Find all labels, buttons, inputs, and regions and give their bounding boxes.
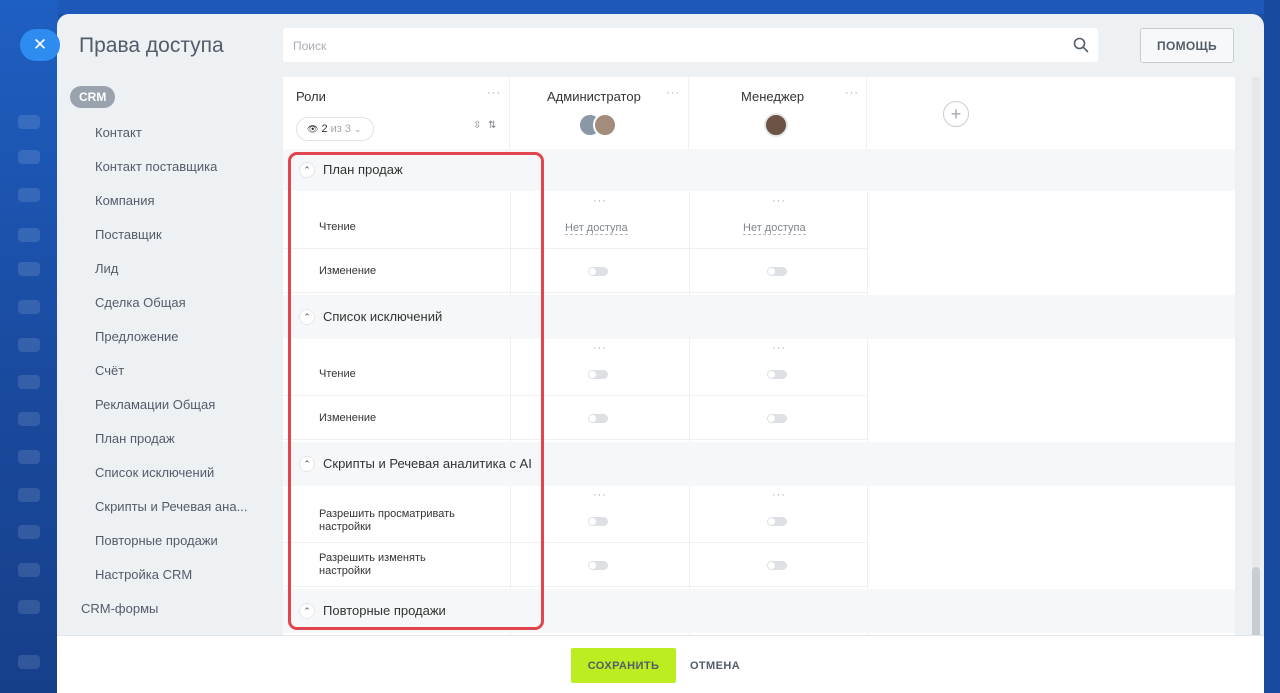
section-title: План продаж xyxy=(323,162,403,177)
background-ghost-icon xyxy=(18,228,40,242)
plus-icon: + xyxy=(950,103,962,124)
sidebar-item-supplier[interactable]: Поставщик xyxy=(95,227,162,242)
sidebar-item-supplier-contact[interactable]: Контакт поставщика xyxy=(95,159,217,174)
row-label: Разрешить просматривать настройки xyxy=(319,508,455,533)
permission-toggle[interactable] xyxy=(588,370,608,379)
background-ghost-icon xyxy=(18,338,40,352)
row-label: Изменение xyxy=(319,412,377,424)
sidebar-item-crm-forms[interactable]: CRM-формы xyxy=(81,601,158,616)
sidebar-item-invoice[interactable]: Счёт xyxy=(95,363,124,378)
section-header-repeat-sales[interactable]: ⌃ Повторные продажи xyxy=(283,589,1235,633)
background-ghost-icon xyxy=(18,563,40,577)
permission-toggle[interactable] xyxy=(767,267,787,276)
background-ghost-icon xyxy=(18,115,40,129)
no-access-link[interactable]: Нет доступа xyxy=(565,222,628,235)
add-role-button[interactable]: + xyxy=(943,101,969,127)
permission-toggle[interactable] xyxy=(588,267,608,276)
chevron-up-icon[interactable]: ⌃ xyxy=(299,162,315,178)
roles-header-cell: Роли ··· 👁 2 из 3 ⌄ ⇳ ⇅ xyxy=(283,77,510,149)
column-divider xyxy=(867,149,868,650)
avatar xyxy=(764,113,788,137)
background-ghost-icon xyxy=(18,600,40,614)
sidebar-crm-badge[interactable]: CRM xyxy=(70,86,116,108)
background-right xyxy=(1264,0,1280,693)
sidebar-item-lead[interactable]: Лид xyxy=(95,261,118,276)
column-title-admin: Администратор xyxy=(547,89,641,104)
column-header-admin: Администратор ··· xyxy=(510,77,689,149)
column-title-manager: Менеджер xyxy=(741,89,805,104)
column-header-manager: Менеджер ··· xyxy=(689,77,867,149)
background-ghost-icon xyxy=(18,188,40,202)
sidebar-item-claims[interactable]: Рекламации Общая xyxy=(95,397,215,412)
background-ghost-icon xyxy=(18,450,40,464)
background-left-rail xyxy=(0,0,58,693)
close-icon: ✕ xyxy=(32,35,48,54)
background-top xyxy=(58,0,1280,14)
permission-toggle[interactable] xyxy=(588,517,608,526)
roles-filter-count: 2 xyxy=(321,123,328,135)
chevron-down-icon: ⌄ xyxy=(353,123,362,134)
roles-filter-of-text: из 3 xyxy=(330,123,351,135)
roles-filter-dropdown[interactable]: 👁 2 из 3 ⌄ xyxy=(296,117,374,141)
sidebar-item-crm-settings[interactable]: Настройка CRM xyxy=(95,567,192,582)
chevron-up-icon[interactable]: ⌃ xyxy=(299,309,315,325)
collapse-all-icon[interactable]: ⇳ xyxy=(473,120,481,131)
permission-toggle[interactable] xyxy=(767,561,787,570)
row-label: Чтение xyxy=(319,221,356,233)
permission-toggle[interactable] xyxy=(767,414,787,423)
permissions-table: Роли ··· 👁 2 из 3 ⌄ ⇳ ⇅ Администратор ··… xyxy=(283,77,1235,650)
sidebar-item-quote[interactable]: Предложение xyxy=(95,329,179,344)
close-panel-button[interactable]: ✕ xyxy=(20,29,60,61)
section-header-scripts[interactable]: ⌃ Скрипты и Речевая аналитика с AI xyxy=(283,442,1235,486)
section-header-exclusion-list[interactable]: ⌃ Список исключений xyxy=(283,295,1235,339)
section-title: Список исключений xyxy=(323,309,443,324)
no-access-link[interactable]: Нет доступа xyxy=(743,222,806,235)
permission-toggle[interactable] xyxy=(588,561,608,570)
row-label: Изменение xyxy=(319,265,377,277)
sidebar-item-repeat-sales[interactable]: Повторные продажи xyxy=(95,533,218,548)
row-label: Разрешить изменять настройки xyxy=(319,552,426,577)
sidebar-item-scripts[interactable]: Скрипты и Речевая ана... xyxy=(95,499,247,514)
chevron-up-icon[interactable]: ⌃ xyxy=(299,456,315,472)
background-ghost-icon xyxy=(18,488,40,502)
roles-more-icon[interactable]: ··· xyxy=(487,87,501,99)
page-title: Права доступа xyxy=(79,34,224,57)
avatar xyxy=(593,113,617,137)
background-ghost-icon xyxy=(18,300,40,314)
background-ghost-icon xyxy=(18,655,40,669)
sidebar-item-contact[interactable]: Контакт xyxy=(95,125,142,140)
access-rights-panel: Права доступа Поиск ПОМОЩЬ CRM Контакт К… xyxy=(57,14,1264,693)
section-title: Повторные продажи xyxy=(323,603,446,618)
permission-toggle[interactable] xyxy=(767,517,787,526)
eye-icon: 👁 xyxy=(307,123,319,134)
permission-toggle[interactable] xyxy=(588,414,608,423)
roles-header-title: Роли xyxy=(296,89,326,104)
search-placeholder: Поиск xyxy=(293,39,327,53)
permission-toggle[interactable] xyxy=(767,370,787,379)
section-header-sales-plan[interactable]: ⌃ План продаж xyxy=(283,149,1235,191)
background-ghost-icon xyxy=(18,375,40,389)
row-label: Чтение xyxy=(319,368,356,380)
help-button[interactable]: ПОМОЩЬ xyxy=(1140,28,1234,63)
chevron-up-icon[interactable]: ⌃ xyxy=(299,603,315,619)
manager-more-icon[interactable]: ··· xyxy=(845,87,859,99)
sidebar-item-exclusion-list[interactable]: Список исключений xyxy=(95,465,214,480)
background-ghost-icon xyxy=(18,412,40,426)
sidebar-item-company[interactable]: Компания xyxy=(95,193,155,208)
search-input[interactable]: Поиск xyxy=(283,28,1098,62)
search-icon[interactable] xyxy=(1072,36,1090,54)
cancel-button[interactable]: ОТМЕНА xyxy=(690,648,740,683)
background-ghost-icon xyxy=(18,262,40,276)
background-ghost-icon xyxy=(18,150,40,164)
footer-bar: СОХРАНИТЬ ОТМЕНА xyxy=(57,635,1264,693)
sidebar-item-deal[interactable]: Сделка Общая xyxy=(95,295,186,310)
section-title: Скрипты и Речевая аналитика с AI xyxy=(323,456,532,471)
sort-icon[interactable]: ⇅ xyxy=(488,120,496,131)
scrollbar[interactable] xyxy=(1252,77,1260,685)
sidebar-item-sales-plan[interactable]: План продаж xyxy=(95,431,175,446)
admin-more-icon[interactable]: ··· xyxy=(666,87,680,99)
save-button[interactable]: СОХРАНИТЬ xyxy=(571,648,676,683)
background-ghost-icon xyxy=(18,525,40,539)
